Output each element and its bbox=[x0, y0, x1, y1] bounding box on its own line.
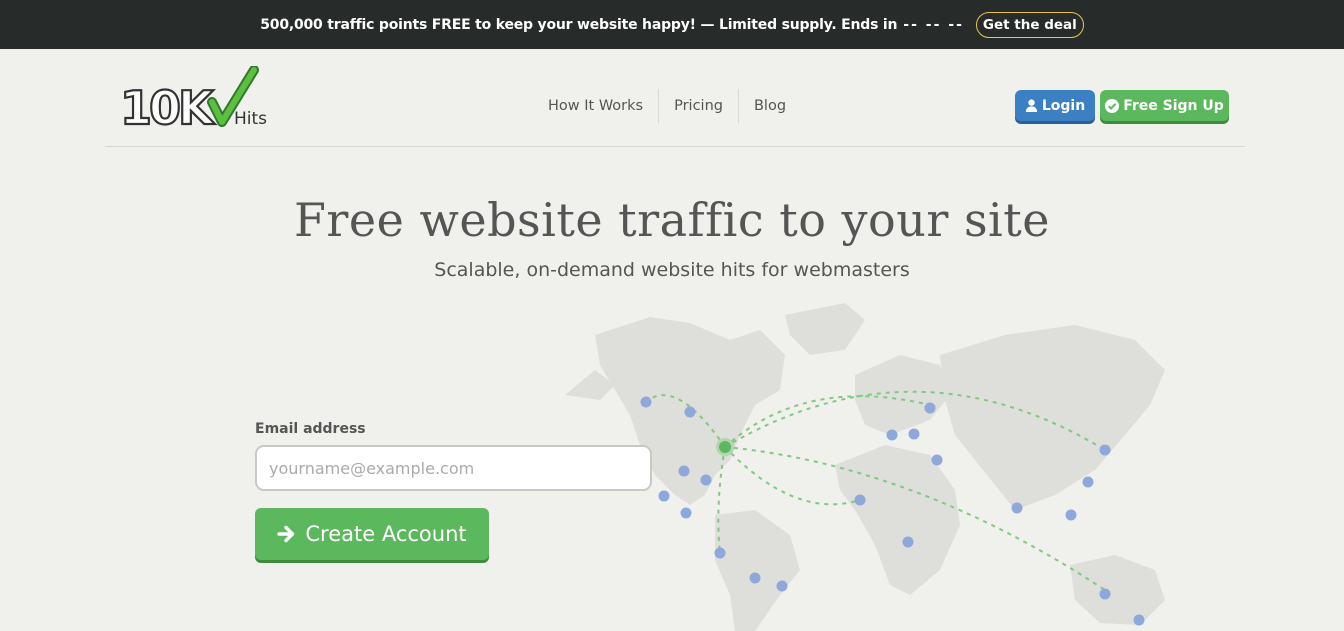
login-button[interactable]: Login bbox=[1015, 90, 1095, 121]
page-subtitle: Scalable, on-demand website hits for web… bbox=[434, 259, 910, 281]
page-title: Free website traffic to your site bbox=[294, 193, 1050, 247]
create-account-label: Create Account bbox=[305, 522, 467, 546]
nav-blog[interactable]: Blog bbox=[739, 89, 801, 123]
free-sign-up-button[interactable]: Free Sign Up bbox=[1100, 90, 1229, 121]
user-icon bbox=[1025, 99, 1038, 112]
email-label: Email address bbox=[255, 421, 366, 437]
logo-hits: Hits bbox=[234, 109, 267, 129]
promo-text: 500,000 traffic points FREE to keep your… bbox=[260, 16, 898, 33]
10k-hits-logo[interactable]: 10K Hits bbox=[118, 66, 270, 130]
create-account-button[interactable]: Create Account bbox=[255, 508, 489, 560]
nav-pricing[interactable]: Pricing bbox=[659, 89, 738, 123]
email-field[interactable] bbox=[255, 445, 652, 491]
get-the-deal-button[interactable]: Get the deal bbox=[975, 11, 1084, 38]
nav-how-it-works[interactable]: How It Works bbox=[533, 89, 658, 123]
header-divider bbox=[105, 146, 1245, 147]
arrow-right-icon bbox=[277, 525, 295, 543]
logo-10k: 10K bbox=[120, 81, 216, 130]
login-label: Login bbox=[1041, 97, 1086, 114]
check-circle-icon bbox=[1105, 98, 1120, 113]
promo-countdown: -- -- -- bbox=[903, 16, 964, 33]
signup-label: Free Sign Up bbox=[1123, 97, 1224, 114]
promo-banner: 500,000 traffic points FREE to keep your… bbox=[0, 0, 1344, 49]
main-nav: How It Works Pricing Blog bbox=[533, 89, 801, 123]
